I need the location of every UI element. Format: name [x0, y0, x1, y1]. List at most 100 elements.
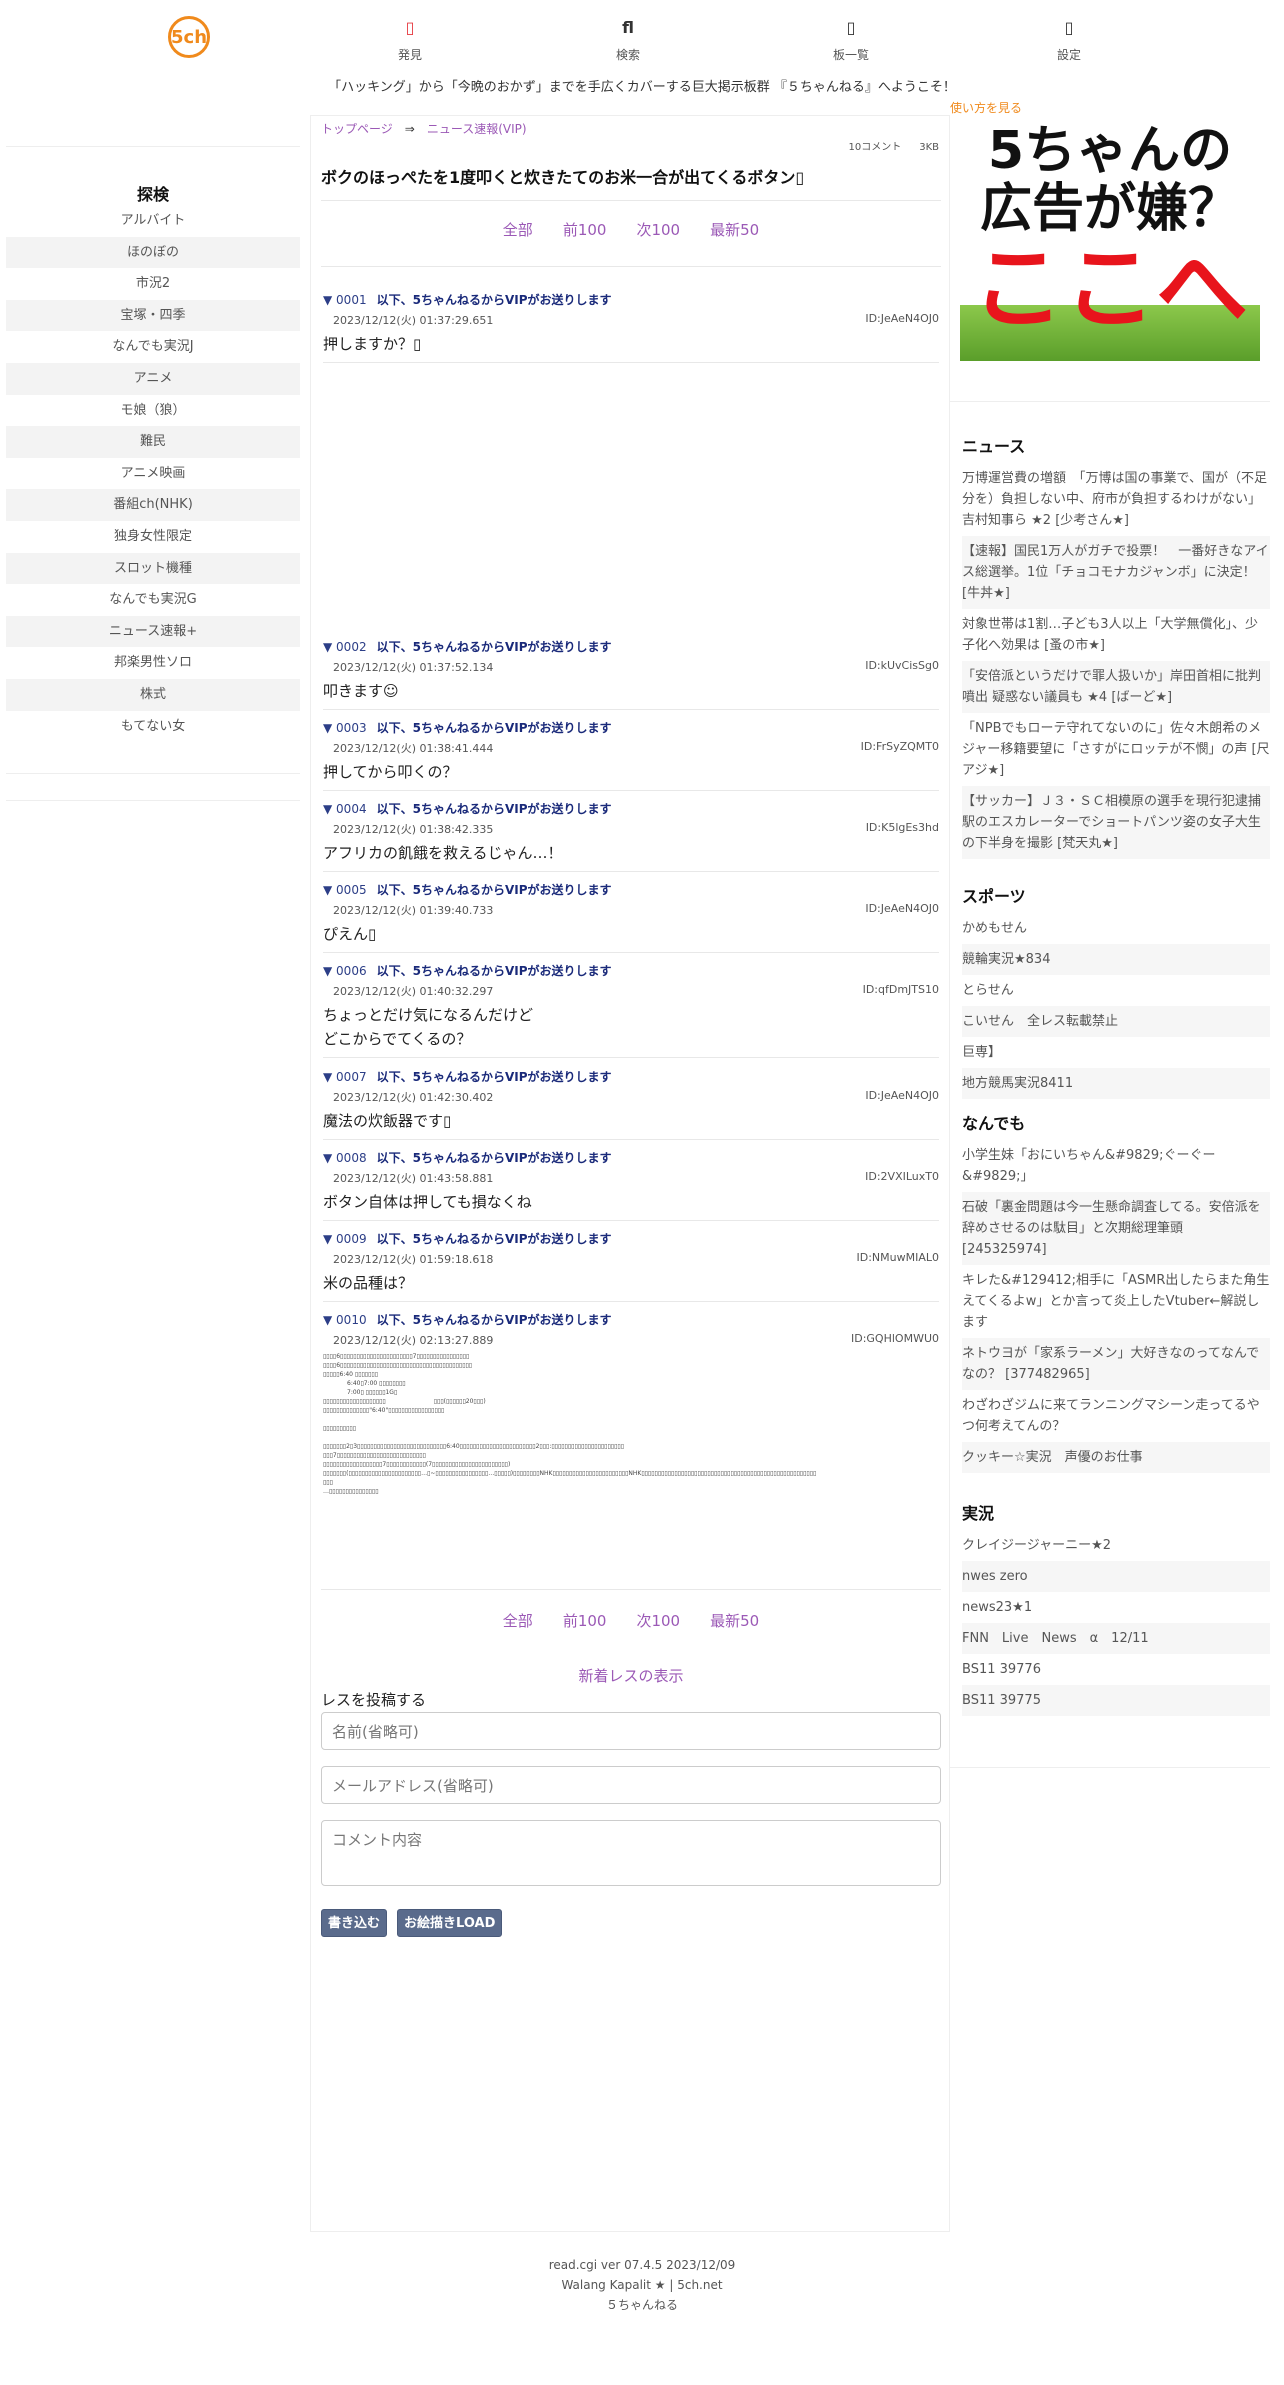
ad-banner[interactable]: 5ちゃんの 広告が嫌？ ここへ	[960, 121, 1260, 361]
post-id[interactable]: ID:GQHlOMWU0	[851, 1332, 939, 1345]
news-link[interactable]: 「NPBでもローテ守れてないのに」佐々木朗希のメジャー移籍要望に「さすがにロッテ…	[962, 713, 1270, 786]
post-date-line: 2023/12/12(火) 01:38:42.335 ID:K5lgEs3hd	[323, 821, 939, 837]
post-id[interactable]: ID:JeAeN4OJ0	[865, 1089, 939, 1102]
post-body-line: 7:00▯ ▯▯▯▯▯▯1G▯	[323, 1389, 398, 1396]
comment-textarea[interactable]: コメント内容	[321, 1820, 941, 1886]
sports-link[interactable]: 巨専】	[962, 1037, 1270, 1068]
post-body-line: ▯▯▯▯▯▯▯▯▯▯▯▯▯▯"6:40"▯▯▯▯▯▯▯▯▯▯▯▯▯▯▯▯▯	[323, 1407, 445, 1414]
post-number[interactable]: ▼ 0008	[323, 1151, 367, 1165]
live-link[interactable]: FNN Live News α 12/11	[962, 1623, 1270, 1654]
show-new-posts-link[interactable]: 新着レスの表示	[311, 1665, 951, 1686]
live-link[interactable]: BS11 39775	[962, 1685, 1270, 1716]
sports-link[interactable]: とらせん	[962, 975, 1270, 1006]
post-divider	[323, 1301, 939, 1302]
nandemo-link[interactable]: わざわざジムに来てランニングマシーン走ってるやつ何考えてんの？	[962, 1390, 1270, 1442]
news-link[interactable]: 対象世帯は1割…子ども3人以上「大学無償化」、少子化へ効果は [蚤の市★]	[962, 609, 1270, 661]
sidebar-item[interactable]: 独身女性限定	[6, 521, 300, 553]
sidebar-item[interactable]: 宝塚・四季	[6, 299, 300, 332]
pager-prev-link[interactable]: 前100	[563, 1610, 607, 1631]
post-id[interactable]: ID:qfDmJTS10	[863, 983, 939, 996]
sidebar-item[interactable]: 難民	[6, 426, 300, 458]
search-icon: ﬂ	[622, 18, 634, 37]
5ch-logo[interactable]: 5ch	[168, 16, 210, 58]
nandemo-link[interactable]: 小学生妹「おにいちゃん&#9829;ぐーぐー&#9829;」	[962, 1140, 1270, 1192]
breadcrumb-board-link[interactable]: ニュース速報(VIP)	[427, 122, 527, 136]
sidebar-item[interactable]: 邦楽男性ソロ	[6, 647, 300, 679]
post-id[interactable]: ID:JeAeN4OJ0	[865, 902, 939, 915]
name-input[interactable]: 名前(省略可)	[321, 1712, 941, 1750]
pager-all-link[interactable]: 全部	[503, 1610, 533, 1631]
post-date-line: 2023/12/12(火) 01:42:30.402 ID:JeAeN4OJ0	[323, 1089, 939, 1105]
news-link[interactable]: 【速報】国民1万人がガチで投票！ 一番好きなアイス総選挙。1位「チョコモナカジャ…	[962, 536, 1270, 609]
pager-latest-link[interactable]: 最新50	[710, 219, 759, 240]
pager-all-link[interactable]: 全部	[503, 219, 533, 240]
post-id[interactable]: ID:K5lgEs3hd	[866, 821, 939, 834]
post-number[interactable]: ▼ 0001	[323, 293, 367, 307]
post-header: ▼ 0001 以下、5ちゃんねるからVIPがお送りします	[323, 291, 939, 308]
nav-settings[interactable]: ▯ 設定	[1029, 18, 1109, 63]
post-number[interactable]: ▼ 0010	[323, 1313, 367, 1327]
post-id[interactable]: ID:NMuwMIAL0	[857, 1251, 940, 1264]
nandemo-link[interactable]: ネトウヨが「家系ラーメン」大好きなのってなんでなの？ [377482965]	[962, 1338, 1270, 1390]
sports-link[interactable]: かめもせん	[962, 913, 1270, 944]
post: ▼ 0007 以下、5ちゃんねるからVIPがお送りします 2023/12/12(火…	[323, 1068, 939, 1140]
post-number[interactable]: ▼ 0003	[323, 721, 367, 735]
sidebar-item[interactable]: アニメ映画	[6, 458, 300, 490]
post-number[interactable]: ▼ 0005	[323, 883, 367, 897]
post-id[interactable]: ID:kUvCisSg0	[865, 659, 939, 672]
nav-discover[interactable]: ▯ 発見	[370, 18, 450, 63]
sidebar-item[interactable]: アニメ	[6, 362, 300, 395]
explore-sidebar: 探検 アルバイト ほのぼの 市況2 宝塚・四季 なんでも実況J アニメ モ娘（狼…	[6, 146, 300, 742]
sports-link[interactable]: こいせん 全レス転載禁止	[962, 1006, 1270, 1037]
post-id[interactable]: ID:2VXILuxT0	[865, 1170, 939, 1183]
sidebar-item[interactable]: スロット機種	[6, 552, 300, 585]
sidebar-item[interactable]: 番組ch(NHK)	[6, 489, 300, 521]
sidebar-item[interactable]: なんでも実況J	[6, 331, 300, 363]
nav-board-list[interactable]: ▯ 板一覧	[811, 18, 891, 63]
live-link[interactable]: クレイジージャーニー★2	[962, 1530, 1270, 1561]
nandemo-link[interactable]: 石破「裏金問題は今一生懸命調査してる。安倍派を辞めさせるのは駄目」と次期総理筆頭…	[962, 1192, 1270, 1265]
sidebar-item[interactable]: なんでも実況G	[6, 584, 300, 616]
submit-button[interactable]: 書き込む	[321, 1909, 388, 1937]
news-link[interactable]: 【サッカー】Ｊ３・ＳＣ相模原の選手を現行犯逮捕 駅のエスカレーターでショートパン…	[962, 786, 1274, 859]
live-link[interactable]: news23★1	[962, 1592, 1270, 1623]
post-body: 押しますか？▯	[323, 335, 422, 353]
sidebar-item[interactable]: ニュース速報+	[6, 615, 300, 648]
post-number[interactable]: ▼ 0002	[323, 640, 367, 654]
gear-icon: ▯	[1064, 18, 1074, 37]
post-id[interactable]: ID:JeAeN4OJ0	[865, 312, 939, 325]
howto-link[interactable]: 使い方を見る	[950, 99, 1022, 116]
footer-site-name[interactable]: ５ちゃんねる	[0, 2295, 1284, 2315]
nandemo-link[interactable]: クッキー☆実況 声優のお仕事	[962, 1442, 1270, 1473]
sports-link[interactable]: 地方競馬実況8411	[962, 1068, 1270, 1099]
nav-search[interactable]: ﬂ 検索	[588, 18, 668, 63]
breadcrumb-home-link[interactable]: トップページ	[321, 122, 393, 136]
sidebar-item[interactable]: モ娘（狼）	[6, 395, 300, 427]
news-link[interactable]: 万博運営費の増額 「万博は国の事業で、国が（不足分を）負担しない中、府市が負担す…	[962, 463, 1270, 536]
sidebar-item[interactable]: 株式	[6, 678, 300, 711]
pager-next-link[interactable]: 次100	[636, 219, 680, 240]
sidebar-item[interactable]: 市況2	[6, 268, 300, 300]
post-author: 以下、5ちゃんねるからVIPがお送りします	[376, 883, 612, 897]
pager-next-link[interactable]: 次100	[636, 1610, 680, 1631]
oekaki-load-button[interactable]: お絵描きLOAD	[397, 1909, 503, 1937]
post-number[interactable]: ▼ 0004	[323, 802, 367, 816]
news-link[interactable]: 「安倍派というだけで罪人扱いか」岸田首相に批判噴出 疑惑ない議員も ★4 [ばー…	[962, 661, 1270, 713]
sidebar-item[interactable]: もてない女	[6, 711, 300, 743]
live-link[interactable]: nwes zero	[962, 1561, 1270, 1592]
pager-prev-link[interactable]: 前100	[563, 219, 607, 240]
post-number[interactable]: ▼ 0007	[323, 1070, 367, 1084]
footer-credit[interactable]: Walang Kapalit ★ | 5ch.net	[0, 2275, 1284, 2295]
post-id[interactable]: ID:FrSyZQMT0	[861, 740, 939, 753]
sidebar-item[interactable]: アルバイト	[6, 205, 300, 237]
nandemo-link[interactable]: キレた&#129412;相手に「ASMR出したらまた角生えてくるよw」とか言って…	[962, 1265, 1270, 1338]
live-link[interactable]: BS11 39776	[962, 1654, 1270, 1685]
post-date-line: 2023/12/12(火) 01:59:18.618 ID:NMuwMIAL0	[323, 1251, 939, 1267]
footer-version: read.cgi ver 07.4.5 2023/12/09	[548, 2258, 736, 2272]
pager-latest-link[interactable]: 最新50	[710, 1610, 759, 1631]
sidebar-item[interactable]: ほのぼの	[6, 236, 300, 269]
post-number[interactable]: ▼ 0006	[323, 964, 367, 978]
post-number[interactable]: ▼ 0009	[323, 1232, 367, 1246]
sports-link[interactable]: 競輪実況★834	[962, 944, 1270, 975]
email-input[interactable]: メールアドレス(省略可)	[321, 1766, 941, 1804]
